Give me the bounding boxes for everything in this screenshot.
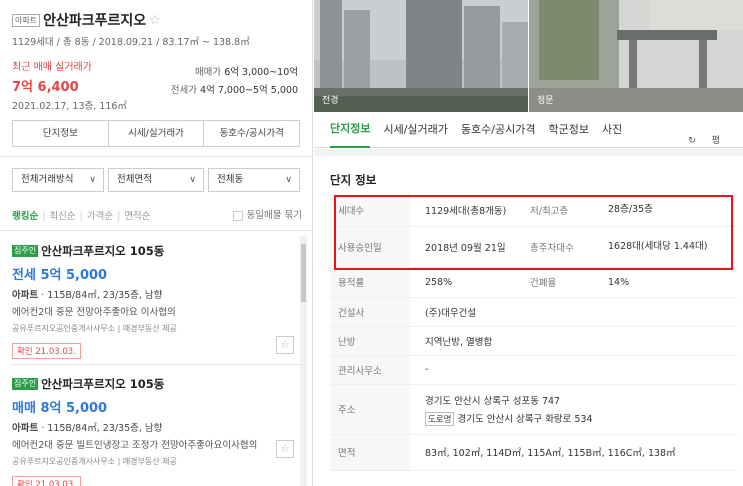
info-row: 관리사무소 - bbox=[330, 355, 737, 385]
listing-agent: 공유푸르지오공인중개사사무소 | 매경부동산 제공 bbox=[12, 324, 177, 333]
listing-title: 안산파크푸르지오 105동 bbox=[41, 377, 165, 391]
tab-school[interactable]: 학군정보 bbox=[548, 113, 588, 147]
sort-price[interactable]: 가격순 bbox=[87, 211, 113, 222]
sort-bar: 랭킹순 | 최신순 | 가격순 | 면적순 동일매물 묶기 bbox=[12, 208, 302, 222]
filter-bar: 전체거래방식 ∨ 전체면적 ∨ 전체동 ∨ bbox=[12, 168, 300, 192]
listing-title: 안산파크푸르지오 105동 bbox=[41, 244, 165, 258]
listing-price: 매매 8억 5,000 bbox=[12, 401, 108, 416]
road-address: 도로명 경기도 안산시 상록구 화랑로 534 bbox=[425, 411, 737, 426]
road-badge: 도로명 bbox=[425, 411, 455, 426]
price-range: 매매가 6억 3,000~10억 전세가 4억 7,000~5억 5,000 bbox=[171, 64, 298, 100]
gate-photo bbox=[529, 0, 743, 112]
listing-card[interactable]: 집주인 안산파크푸르지오 105동 전세 5억 5,000 아파트 · 115B/… bbox=[12, 243, 300, 359]
info-row: 난방 지역난방, 열병합 bbox=[330, 326, 737, 356]
sale-range: 매매가 6억 3,000~10억 bbox=[194, 67, 298, 78]
listing-price: 전세 5억 5,000 bbox=[12, 268, 108, 283]
section-title: 단지 정보 bbox=[330, 173, 377, 187]
photo-caption: 정문 bbox=[537, 96, 554, 106]
deal-filter[interactable]: 전체거래방식 ∨ bbox=[12, 168, 104, 192]
recent-trade: 최근 매매 실거래가 7억 6,400 2021.02.17, 13층, 116… bbox=[12, 58, 127, 112]
favorite-star-icon[interactable]: ☆ bbox=[276, 336, 294, 354]
scrollbar-thumb[interactable] bbox=[301, 244, 306, 302]
left-tab-bar: 단지정보 시세/실거래가 동호수/공시가격 bbox=[12, 120, 300, 147]
section-divider bbox=[314, 149, 743, 156]
left-panel: 아파트 안산파크푸르지오 ☆ 1129세대 / 총 8동 / 2018.09.21 … bbox=[0, 0, 313, 486]
right-tab-bar: 단지정보 시세/실거래가 동호수/공시가격 학군정보 사진 ↻ 평 bbox=[314, 112, 743, 148]
area-filter[interactable]: 전체면적 ∨ bbox=[108, 168, 204, 192]
tab-complex-info[interactable]: 단지정보 bbox=[330, 112, 371, 148]
listing-info: 아파트 · 115B/84㎡, 23/35층, 남향 bbox=[12, 423, 163, 434]
scrollbar[interactable] bbox=[300, 236, 307, 486]
tab-units[interactable]: 동호수/공시가격 bbox=[461, 113, 536, 147]
photo-gate[interactable]: 정문 bbox=[529, 0, 743, 112]
same-listing-toggle[interactable]: 동일매물 묶기 bbox=[232, 207, 302, 221]
photo-strip: 전경 정문 bbox=[314, 0, 743, 112]
type-badge: 아파트 bbox=[12, 13, 41, 27]
tab-price[interactable]: 시세/실거래가 bbox=[109, 121, 205, 146]
info-row: 건설사 (주)대우건설 bbox=[330, 297, 737, 327]
complex-header: 아파트 안산파크푸르지오 ☆ 1129세대 / 총 8동 / 2018.09.21 … bbox=[12, 10, 250, 48]
confirm-badge: 확인 21.03.03. bbox=[12, 476, 81, 486]
tab-complex-info[interactable]: 단지정보 bbox=[13, 121, 109, 146]
recent-price: 7억 6,400 bbox=[12, 80, 79, 95]
listing-desc: 에어컨2대 중문 빌트인냉장고 조정가 전망아주좋아요이사협의 bbox=[12, 440, 258, 451]
refresh-icon: ↻ bbox=[688, 136, 696, 146]
jeonse-range: 전세가 4억 7,000~5억 5,000 bbox=[170, 85, 298, 96]
info-row: 주소 경기도 안산시 상록구 성포동 747 도로명 경기도 안산시 상록구 화랑… bbox=[330, 384, 737, 435]
owner-badge: 집주인 bbox=[12, 378, 39, 390]
lot-address: 경기도 안산시 상록구 성포동 747 bbox=[425, 395, 561, 407]
chevron-down-icon: ∨ bbox=[189, 175, 196, 185]
sort-ranking[interactable]: 랭킹순 bbox=[12, 211, 38, 222]
owner-badge: 집주인 bbox=[12, 245, 39, 257]
tab-units[interactable]: 동호수/공시가격 bbox=[204, 121, 299, 146]
complex-meta: 1129세대 / 총 8동 / 2018.09.21 / 83.17㎡ ~ 13… bbox=[12, 37, 250, 48]
listing-agent: 공유푸르지오공인중개사사무소 | 매경부동산 제공 bbox=[12, 457, 177, 466]
recent-date: 2021.02.17, 13층, 116㎡ bbox=[12, 101, 127, 112]
photo-exterior[interactable]: 전경 bbox=[314, 0, 528, 112]
sort-area[interactable]: 면적순 bbox=[124, 211, 150, 222]
photo-caption: 전경 bbox=[322, 96, 339, 106]
listing-info: 아파트 · 115B/84㎡, 23/35층, 남향 bbox=[12, 290, 163, 301]
tab-photos[interactable]: 사진 bbox=[602, 113, 622, 147]
recent-label: 최근 매매 실거래가 bbox=[12, 62, 92, 73]
divider bbox=[12, 364, 300, 365]
info-row: 용적률 258% 건폐율 14% bbox=[330, 267, 737, 298]
info-row: 면적 83㎡, 102㎡, 114D㎡, 115A㎡, 115B㎡, 116C㎡… bbox=[330, 434, 737, 471]
apartment-photo bbox=[314, 0, 528, 112]
listing-card[interactable]: 집주인 안산파크푸르지오 105동 매매 8억 5,000 아파트 · 115B/… bbox=[12, 376, 300, 486]
highlight-box bbox=[334, 195, 733, 270]
listing-desc: 에어컨2대 중문 전망아주좋아요 이사협의 bbox=[12, 307, 176, 318]
star-icon[interactable]: ☆ bbox=[149, 13, 161, 28]
sort-latest[interactable]: 최신순 bbox=[49, 211, 75, 222]
chevron-down-icon: ∨ bbox=[285, 175, 292, 185]
divider bbox=[0, 230, 312, 231]
complex-name: 안산파크푸르지오 bbox=[43, 13, 147, 29]
divider bbox=[0, 156, 312, 157]
tab-price[interactable]: 시세/실거래가 bbox=[383, 113, 447, 147]
checkbox-icon bbox=[232, 210, 243, 221]
building-filter[interactable]: 전체동 ∨ bbox=[208, 168, 300, 192]
confirm-badge: 확인 21.03.03. bbox=[12, 343, 81, 359]
favorite-star-icon[interactable]: ☆ bbox=[276, 440, 294, 458]
chevron-down-icon: ∨ bbox=[89, 175, 96, 185]
